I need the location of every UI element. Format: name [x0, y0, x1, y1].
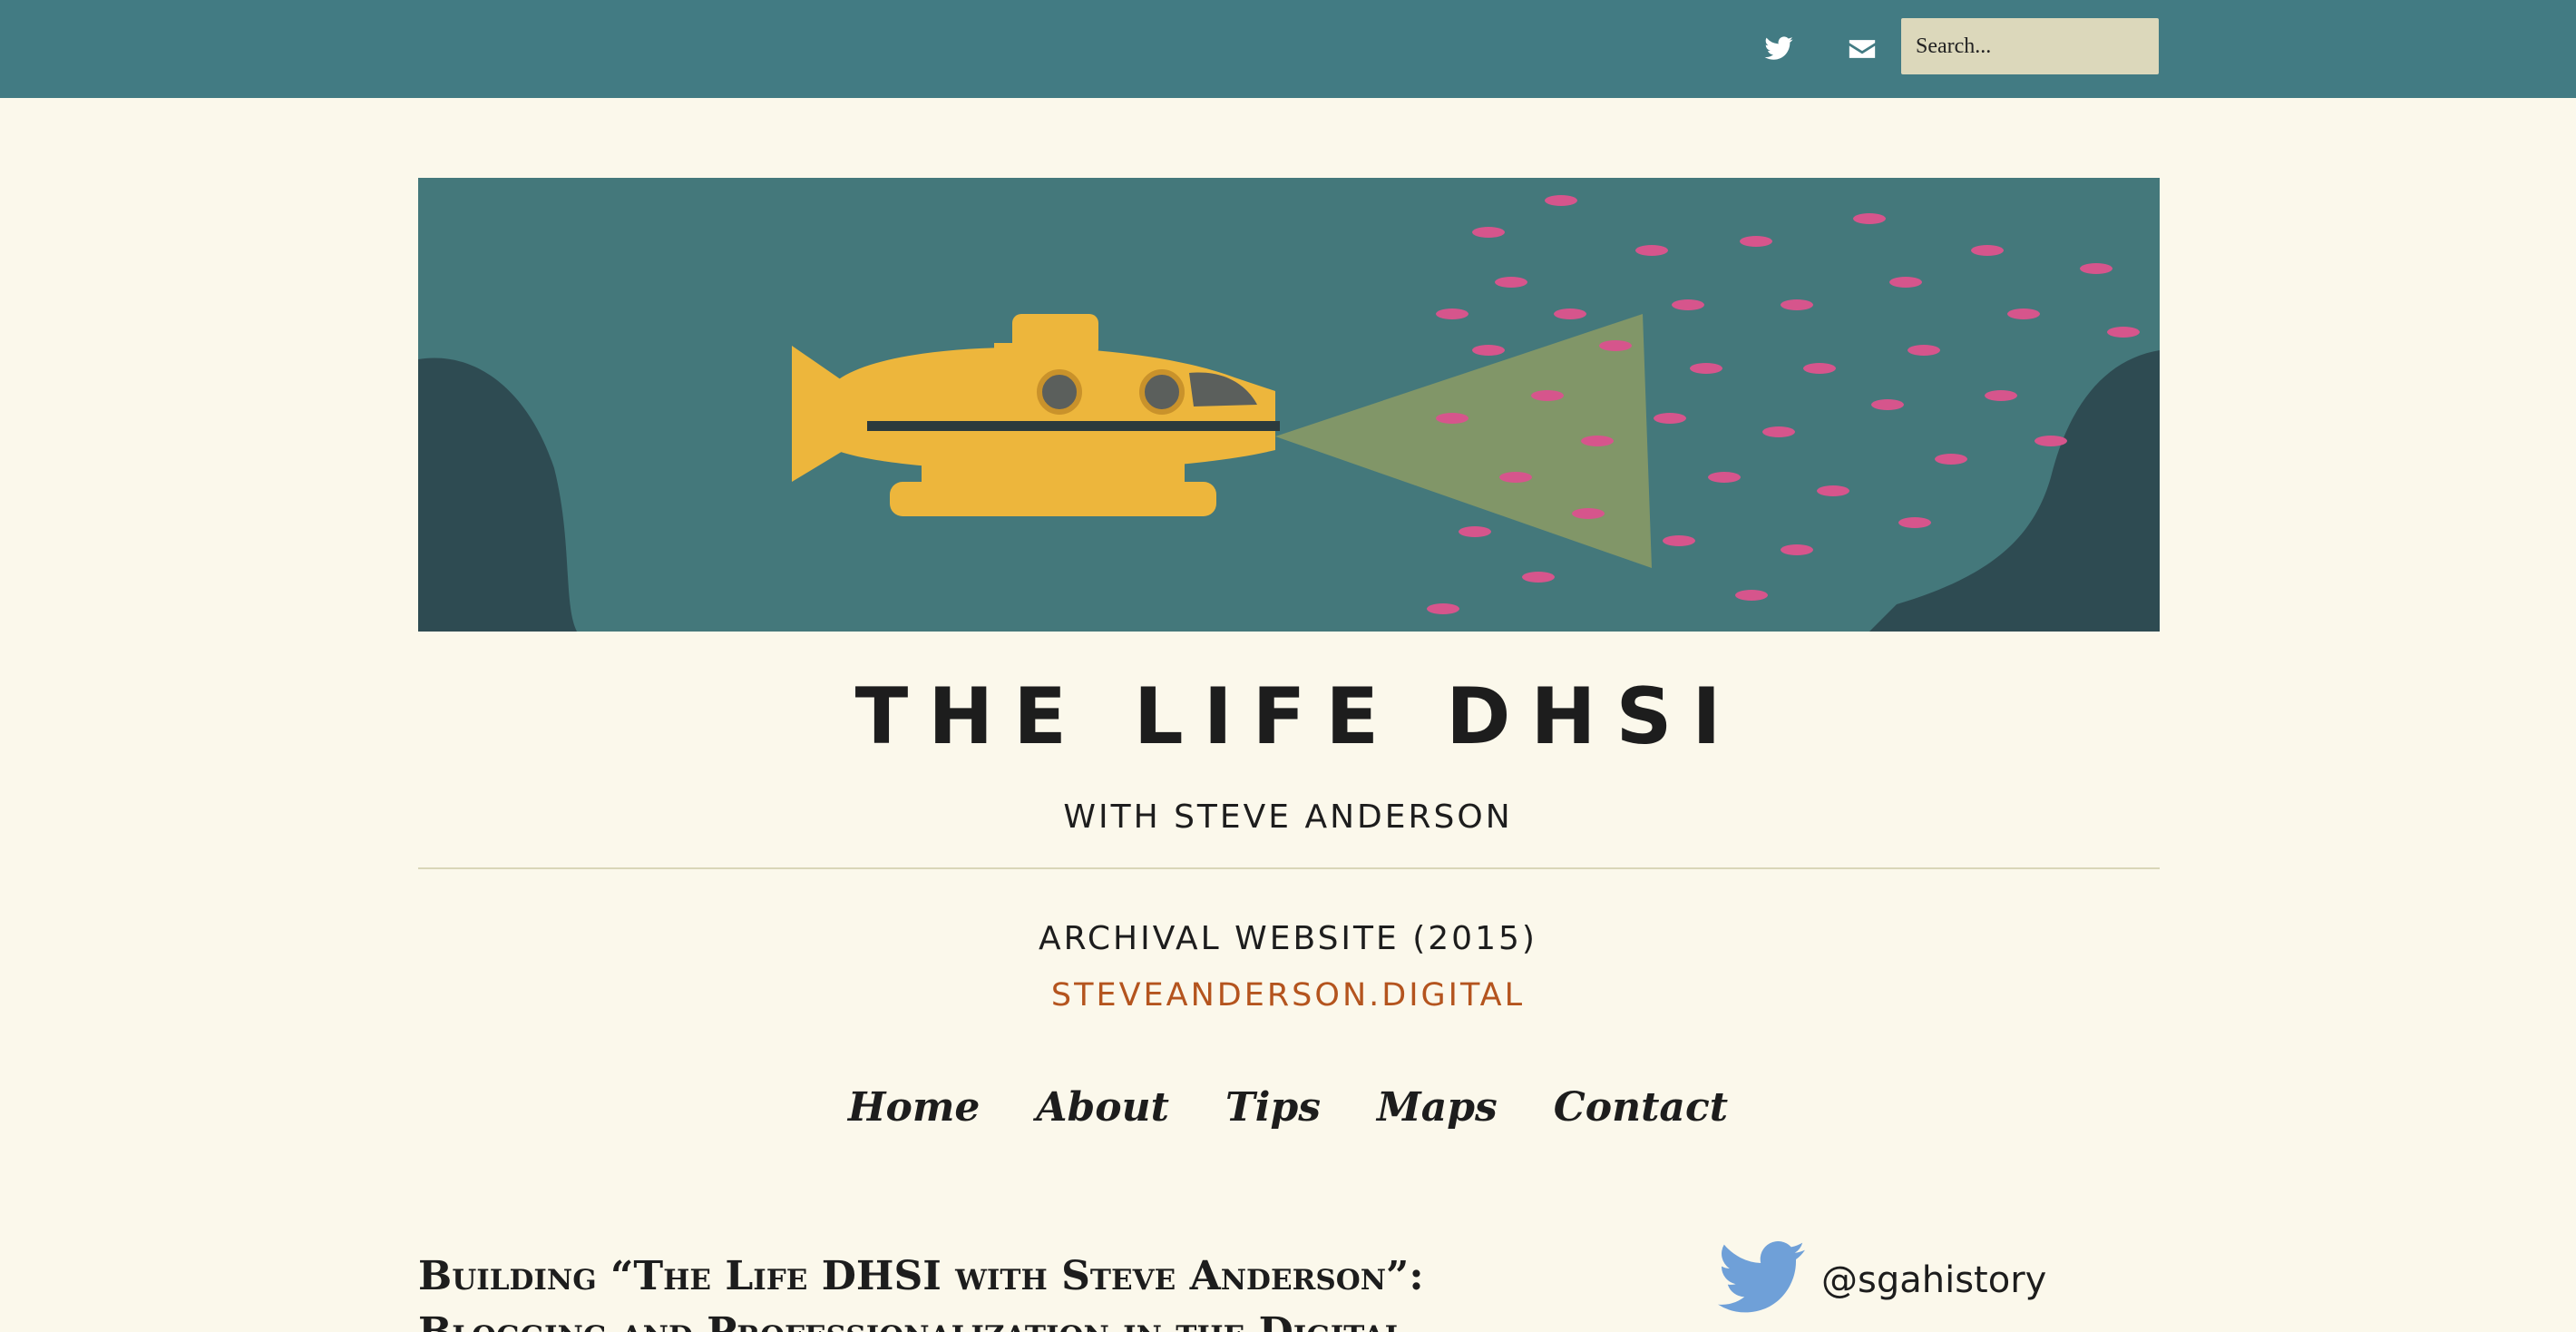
site-tagline: WITH STEVE ANDERSON [1063, 798, 1513, 836]
site-title: THE LIFE DHSI [854, 671, 1742, 762]
archive-link[interactable]: STEVEANDERSON.DIGITAL [0, 977, 2576, 1014]
top-bar [0, 0, 2576, 98]
twitter-widget[interactable]: @sgahistory [1718, 1240, 2047, 1318]
envelope-icon[interactable] [1840, 27, 1884, 71]
nav-item-maps[interactable]: Maps [1377, 1084, 1498, 1131]
post-title[interactable]: Building “The Life DHSI with Steve Ander… [418, 1249, 1597, 1332]
post-title-line-1: Building “The Life DHSI with Steve Ander… [418, 1253, 1424, 1299]
twitter-bird-icon [1718, 1240, 1805, 1318]
nav-item-tips[interactable]: Tips [1225, 1084, 1321, 1131]
header-banner-image [418, 178, 2160, 632]
twitter-handle: @sgahistory [1821, 1259, 2047, 1301]
main-nav: Home About Tips Maps Contact [0, 1084, 2576, 1131]
search-input[interactable] [1901, 18, 2159, 74]
archive-label: ARCHIVAL WEBSITE (2015) [1039, 920, 1537, 957]
nav-item-about[interactable]: About [1036, 1084, 1169, 1131]
post-title-line-2: Blogging and Professionalization in the … [418, 1309, 1404, 1332]
twitter-icon[interactable] [1757, 27, 1800, 71]
nav-item-home[interactable]: Home [848, 1084, 980, 1131]
header-divider [418, 867, 2160, 869]
nav-item-contact[interactable]: Contact [1554, 1084, 1728, 1131]
